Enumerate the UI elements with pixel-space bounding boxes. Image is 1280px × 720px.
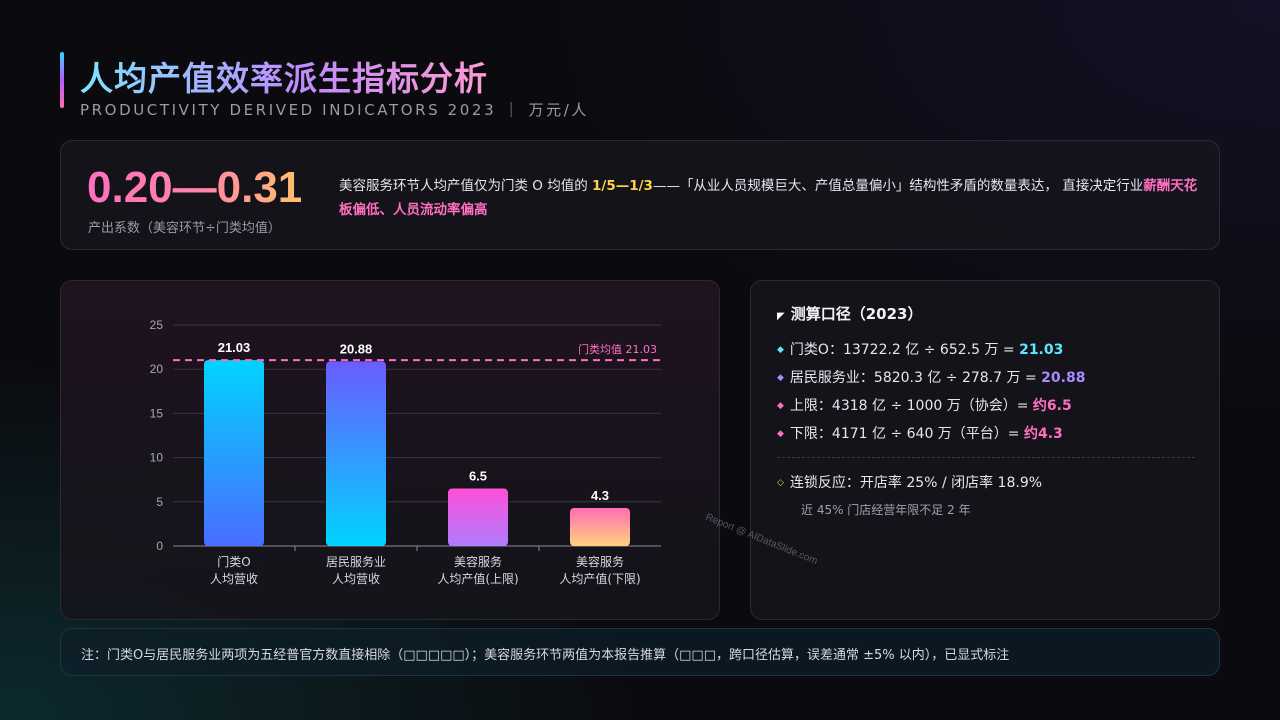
calc-row-text: 居民服务业：5820.3 亿 ÷ 278.7 万 = — [789, 370, 1042, 386]
calc-row-text: 下限：4171 亿 ÷ 640 万（平台）= — [789, 426, 1024, 442]
chain-reaction-subtext: 近 45% 门店经营年限不足 2 年 — [801, 503, 971, 517]
bar — [448, 488, 508, 546]
calc-row-text: 上限：4318 亿 ÷ 1000 万（协会）= — [789, 398, 1033, 414]
y-tick-label: 20 — [150, 362, 164, 376]
calc-row-value: 21.03 — [1019, 342, 1064, 358]
y-tick-label: 10 — [150, 451, 164, 465]
chain-reaction-row: ◇ 连锁反应：开店率 25% / 闭店率 18.9% — [777, 472, 1042, 492]
x-category-label: 人均营收 — [210, 572, 258, 586]
y-tick-label: 0 — [156, 539, 163, 553]
diamond-bullet-icon: ◆ — [777, 373, 784, 383]
page-subtitle: PRODUCTIVITY DERIVED INDICATORS 2023 ｜ 万… — [80, 101, 590, 119]
summary-description: 美容服务环节人均产值仅为门类 O 均值的 1/5—1/3——「从业人员规模巨大、… — [339, 174, 1199, 222]
x-category-label: 门类O — [217, 554, 250, 569]
calc-row-value: 约4.3 — [1023, 426, 1063, 442]
bar-value-label: 21.03 — [218, 340, 251, 355]
bar — [570, 507, 630, 546]
diamond-bullet-icon: ◆ — [777, 345, 784, 355]
calc-row-upper: ◆ 上限：4318 亿 ÷ 1000 万（协会）= 约6.5 — [777, 395, 1072, 415]
triangle-marker-icon: ◤ — [777, 311, 785, 322]
bar-value-label: 20.88 — [340, 341, 373, 356]
diamond-bullet-icon: ◆ — [777, 429, 784, 439]
note-card: 注：门类O与居民服务业两项为五经普官方数直接相除（□□□□□）；美容服务环节两值… — [60, 628, 1220, 676]
calc-row-resident-service: ◆ 居民服务业：5820.3 亿 ÷ 278.7 万 = 20.88 — [777, 367, 1085, 387]
bar — [204, 360, 264, 546]
diamond-outline-bullet-icon: ◇ — [777, 478, 784, 488]
coefficient-caption: 产出系数（美容环节÷门类均值） — [88, 221, 281, 236]
x-category-label: 人均产值(下限) — [559, 571, 640, 586]
calc-card: ◤ 测算口径（2023） ◆ 门类O：13722.2 亿 ÷ 652.5 万 = 2… — [750, 280, 1220, 620]
x-category-label: 人均营收 — [332, 572, 380, 586]
chain-reaction-text: 连锁反应：开店率 25% / 闭店率 18.9% — [789, 475, 1043, 491]
bar-value-label: 4.3 — [591, 488, 609, 503]
calc-row-lower: ◆ 下限：4171 亿 ÷ 640 万（平台）= 约4.3 — [777, 423, 1063, 443]
calc-divider — [777, 457, 1195, 458]
summary-highlight-ratio: 1/5—1/3 — [592, 178, 653, 194]
x-category-label: 美容服务 — [454, 554, 502, 569]
calc-row-value: 约6.5 — [1032, 398, 1072, 414]
y-tick-label: 5 — [156, 495, 163, 509]
calc-title-text: 测算口径（2023） — [790, 305, 923, 323]
diamond-bullet-icon: ◆ — [777, 401, 784, 411]
bar-chart: 0 5 10 15 20 25 21.03 门类O 人均营收 20.88 居民服务业人均营收 6.5 美… — [150, 318, 661, 586]
bar — [326, 361, 386, 546]
title-accent-bar — [60, 52, 64, 108]
x-category-label: 美容服务 — [576, 554, 624, 569]
y-tick-label: 15 — [150, 406, 164, 420]
bar-value-label: 6.5 — [469, 469, 487, 484]
footnote-text: 注：门类O与居民服务业两项为五经普官方数直接相除（□□□□□）；美容服务环节两值… — [81, 648, 1010, 663]
calc-row-text: 门类O：13722.2 亿 ÷ 652.5 万 = — [789, 342, 1020, 358]
summary-text-1: 美容服务环节人均产值仅为门类 O 均值的 — [339, 178, 592, 194]
page-title: 人均产值效率派生指标分析 — [80, 52, 488, 100]
summary-card: 0.20—0.31 产出系数（美容环节÷门类均值） 美容服务环节人均产值仅为门类… — [60, 140, 1220, 250]
reference-line-label: 门类均值 21.03 — [578, 342, 657, 356]
chart-card: 0 5 10 15 20 25 21.03 门类O 人均营收 20.88 居民服务业人均营收 6.5 美… — [60, 280, 720, 620]
calc-row-value: 20.88 — [1041, 370, 1086, 386]
coefficient-range: 0.20—0.31 — [87, 163, 303, 212]
x-category-label: 居民服务业 — [326, 554, 386, 569]
calc-row-category-o: ◆ 门类O：13722.2 亿 ÷ 652.5 万 = 21.03 — [777, 339, 1063, 359]
calc-title: ◤ 测算口径（2023） — [777, 303, 922, 324]
y-tick-label: 25 — [150, 318, 164, 332]
x-category-label: 人均产值(上限) — [437, 571, 518, 586]
summary-text-2: ——「从业人员规模巨大、产值总量偏小」结构性矛盾的数量表达， 直接决定行业 — [652, 178, 1144, 194]
